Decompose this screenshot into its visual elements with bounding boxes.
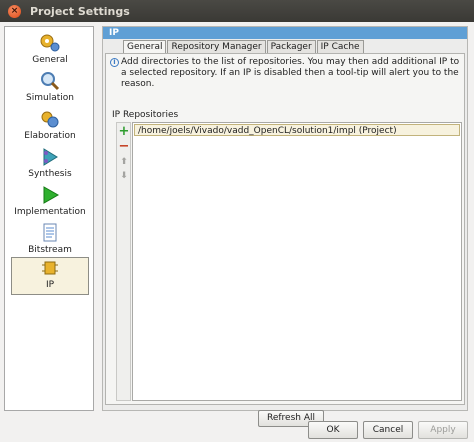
title-bar: × Project Settings: [0, 0, 474, 22]
info-text: Add directories to the list of repositor…: [121, 57, 460, 89]
tab-bar: General Repository Manager Packager IP C…: [123, 40, 365, 53]
list-item[interactable]: /home/joels/Vivado/vadd_OpenCL/solution1…: [134, 124, 460, 136]
add-icon[interactable]: +: [118, 125, 130, 138]
ip-settings-panel: IP General Repository Manager Packager I…: [102, 26, 468, 427]
ip-repositories-label: IP Repositories: [112, 110, 179, 120]
sidebar-item-general[interactable]: General: [11, 33, 89, 69]
tab-general[interactable]: General: [123, 40, 167, 53]
settings-sidebar: General Simulation Elaboration Synthesis…: [4, 26, 94, 411]
list-toolbar: + − ⬆ ⬇: [116, 122, 131, 401]
tab-ip-cache[interactable]: IP Cache: [316, 40, 364, 53]
info-icon: i: [110, 58, 119, 67]
synthesis-icon: [43, 148, 58, 166]
sidebar-item-ip[interactable]: IP: [11, 257, 89, 295]
move-up-icon[interactable]: ⬆: [118, 156, 130, 168]
repository-list[interactable]: /home/joels/Vivado/vadd_OpenCL/solution1…: [132, 122, 462, 401]
ip-icon: [42, 261, 58, 275]
apply-button[interactable]: Apply: [418, 421, 468, 439]
implementation-icon: [43, 186, 60, 204]
bitstream-icon: [43, 223, 57, 242]
cancel-button[interactable]: Cancel: [363, 421, 413, 439]
sidebar-item-synthesis[interactable]: Synthesis: [11, 147, 89, 183]
sidebar-item-label: IP: [45, 280, 55, 290]
tab-repository-manager[interactable]: Repository Manager: [167, 40, 266, 53]
sidebar-item-bitstream[interactable]: Bitstream: [11, 223, 89, 259]
sidebar-item-elaboration[interactable]: Elaboration: [11, 109, 89, 145]
repository-manager-body: i Add directories to the list of reposit…: [105, 53, 465, 427]
sidebar-item-simulation[interactable]: Simulation: [11, 71, 89, 107]
general-icon: [40, 34, 60, 52]
move-down-icon[interactable]: ⬇: [118, 170, 130, 182]
remove-icon[interactable]: −: [118, 140, 130, 153]
sidebar-item-label: General: [32, 55, 68, 65]
sidebar-item-label: Bitstream: [28, 245, 72, 255]
sidebar-item-label: Synthesis: [28, 169, 72, 179]
close-icon[interactable]: ×: [8, 4, 21, 18]
panel-title: IP: [103, 27, 467, 39]
elaboration-icon: [41, 111, 59, 128]
window-title: Project Settings: [30, 4, 130, 18]
sidebar-item-implementation[interactable]: Implementation: [11, 185, 89, 221]
simulation-icon: [41, 72, 60, 91]
sidebar-item-label: Implementation: [14, 207, 86, 217]
info-message: i Add directories to the list of reposit…: [110, 57, 460, 90]
tab-packager[interactable]: Packager: [266, 40, 316, 53]
ok-button[interactable]: OK: [308, 421, 358, 439]
sidebar-item-label: Elaboration: [24, 131, 76, 141]
sidebar-item-label: Simulation: [26, 93, 74, 103]
